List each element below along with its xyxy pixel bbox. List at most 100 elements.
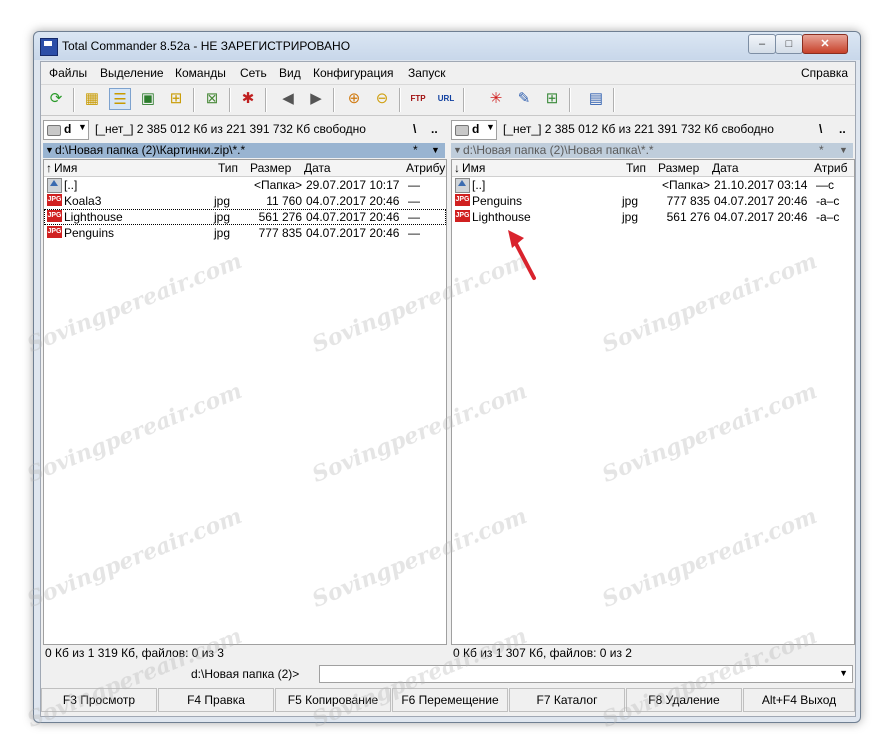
- toolbar-separator: [569, 88, 571, 112]
- col-type[interactable]: Тип: [626, 161, 646, 175]
- jpg-file-icon: JPG: [47, 226, 62, 238]
- command-line: d:\Новая папка (2)> ▼: [41, 664, 855, 684]
- f4-edit-button[interactable]: F4 Правка: [158, 688, 274, 712]
- f6-move-button[interactable]: F6 Перемещение: [392, 688, 508, 712]
- window-title: Total Commander 8.52a - НЕ ЗАРЕГИСТРИРОВ…: [62, 39, 351, 53]
- menu-start[interactable]: Запуск: [408, 66, 446, 80]
- menu-selection[interactable]: Выделение: [100, 66, 164, 80]
- close-button[interactable]: ✕: [802, 34, 848, 54]
- url-connect-icon[interactable]: URL: [435, 88, 457, 110]
- col-size[interactable]: Размер: [250, 161, 291, 175]
- file-size: <Папка>: [254, 178, 302, 192]
- file-name: Lighthouse: [472, 210, 531, 224]
- left-filter-star[interactable]: *: [413, 143, 418, 158]
- col-date[interactable]: Дата: [304, 161, 331, 175]
- menu-network[interactable]: Сеть: [240, 66, 267, 80]
- file-size: 11 760: [266, 194, 302, 208]
- pack-files-icon[interactable]: ⊕: [343, 88, 365, 110]
- right-path-text: d:\Новая папка (2)\Новая папка\*.*: [463, 143, 654, 157]
- left-hotlist-arrow[interactable]: ▼: [431, 143, 440, 158]
- file-date: 04.07.2017 20:46: [714, 210, 808, 224]
- unpack-files-icon[interactable]: ⊖: [371, 88, 393, 110]
- col-name[interactable]: Имя: [462, 161, 485, 175]
- minimize-button[interactable]: –: [748, 34, 776, 54]
- right-root-button[interactable]: \: [819, 122, 822, 136]
- file-row[interactable]: [..] <Папка> 21.10.2017 03:14 —c: [452, 177, 854, 193]
- notepad-icon[interactable]: ▤: [585, 88, 607, 110]
- refresh-icon[interactable]: ⟳: [45, 88, 67, 110]
- file-row[interactable]: JPG Lighthouse jpg 561 276 04.07.2017 20…: [452, 209, 854, 225]
- invert-selection-icon[interactable]: ⊠: [201, 88, 223, 110]
- left-up-button[interactable]: ..: [431, 122, 438, 136]
- toolbar: ⟳ ▦ ☰ ▣ ⊞ ⊠ ✱ ◀ ▶ ⊕ ⊖ FTP URL ✳ ✎ ⊞ ▤: [41, 84, 855, 116]
- menu-files[interactable]: Файлы: [49, 66, 87, 80]
- command-line-input[interactable]: ▼: [319, 665, 853, 683]
- file-row[interactable]: JPG Penguins jpg 777 835 04.07.2017 20:4…: [452, 193, 854, 209]
- right-drive-select[interactable]: d ▼: [451, 120, 497, 140]
- file-name: Koala3: [64, 194, 102, 208]
- file-row[interactable]: JPG Penguins jpg 777 835 04.07.2017 20:4…: [44, 225, 446, 241]
- find-icon[interactable]: ✳: [485, 88, 507, 110]
- file-name: [..]: [472, 178, 486, 192]
- left-drive-bar: d ▼ [_нет_] 2 385 012 Кб из 221 391 732 …: [43, 120, 447, 140]
- client-area: Файлы Выделение Команды Сеть Вид Конфигу…: [40, 61, 856, 717]
- file-row[interactable]: [..] <Папка> 29.07.2017 10:17 —: [44, 177, 446, 193]
- left-file-panel[interactable]: ↑ Имя Тип Размер Дата Атрибу [..] <Папка…: [43, 159, 447, 645]
- file-name: Penguins: [64, 226, 115, 240]
- toolbar-separator: [463, 88, 465, 112]
- compare-dirs-icon[interactable]: ⊞: [541, 88, 563, 110]
- col-date[interactable]: Дата: [712, 161, 739, 175]
- right-up-button[interactable]: ..: [839, 122, 846, 136]
- ftp-connect-icon[interactable]: FTP: [407, 88, 429, 110]
- file-row-selected[interactable]: JPG Lighthouse jpg 561 276 04.07.2017 20…: [44, 209, 446, 225]
- file-type: jpg: [622, 194, 639, 208]
- history-dropdown-icon[interactable]: ▼: [45, 143, 54, 158]
- command-line-path: d:\Новая папка (2)>: [191, 667, 300, 681]
- rename-icon[interactable]: ✎: [513, 88, 535, 110]
- f8-delete-button[interactable]: F8 Удаление: [626, 688, 742, 712]
- right-filter-star[interactable]: *: [819, 143, 824, 158]
- file-name: Penguins: [472, 194, 523, 208]
- file-size: 777 835: [666, 194, 710, 208]
- back-icon[interactable]: ◀: [277, 88, 299, 110]
- menu-configuration[interactable]: Конфигурация: [313, 66, 394, 80]
- left-path-text: d:\Новая папка (2)\Картинки.zip\*.*: [55, 143, 246, 157]
- alt-f4-exit-button[interactable]: Alt+F4 Выход: [743, 688, 855, 712]
- forward-icon[interactable]: ▶: [305, 88, 327, 110]
- left-drive-select[interactable]: d ▼: [43, 120, 89, 140]
- f3-view-button[interactable]: F3 Просмотр: [41, 688, 157, 712]
- pack-icon[interactable]: ✱: [237, 88, 259, 110]
- col-size[interactable]: Размер: [658, 161, 699, 175]
- brief-view-icon[interactable]: ▦: [81, 88, 103, 110]
- file-date: 04.07.2017 20:46: [306, 226, 400, 240]
- toolbar-separator: [73, 88, 75, 112]
- thumbnails-view-icon[interactable]: ▣: [137, 88, 159, 110]
- file-type: jpg: [214, 226, 231, 240]
- parent-dir-icon: [47, 178, 62, 193]
- hard-drive-icon: [455, 125, 469, 136]
- drive-letter: d: [472, 122, 480, 136]
- tree-view-icon[interactable]: ⊞: [165, 88, 187, 110]
- menu-view[interactable]: Вид: [279, 66, 301, 80]
- right-path-bar[interactable]: ▼ d:\Новая папка (2)\Новая папка\*.* * ▼: [451, 143, 853, 158]
- maximize-button[interactable]: □: [775, 34, 803, 54]
- col-attr[interactable]: Атрибу: [406, 161, 446, 175]
- col-name[interactable]: Имя: [54, 161, 77, 175]
- history-dropdown-icon[interactable]: ▼: [453, 143, 462, 158]
- title-bar[interactable]: Total Commander 8.52a - НЕ ЗАРЕГИСТРИРОВ…: [34, 32, 860, 60]
- detailed-view-icon[interactable]: ☰: [109, 88, 131, 110]
- file-date: 04.07.2017 20:46: [714, 194, 808, 208]
- menu-commands[interactable]: Команды: [175, 66, 226, 80]
- menu-help[interactable]: Справка: [801, 66, 848, 80]
- file-attr: —: [408, 194, 420, 208]
- f7-mkdir-button[interactable]: F7 Каталог: [509, 688, 625, 712]
- col-type[interactable]: Тип: [218, 161, 238, 175]
- total-commander-window: Total Commander 8.52a - НЕ ЗАРЕГИСТРИРОВ…: [33, 31, 861, 723]
- f5-copy-button[interactable]: F5 Копирование: [275, 688, 391, 712]
- chevron-down-icon[interactable]: ▼: [839, 668, 848, 678]
- file-row[interactable]: JPG Koala3 jpg 11 760 04.07.2017 20:46 —: [44, 193, 446, 209]
- right-hotlist-arrow[interactable]: ▼: [839, 143, 848, 158]
- left-path-bar[interactable]: ▼ d:\Новая папка (2)\Картинки.zip\*.* * …: [43, 143, 445, 158]
- left-root-button[interactable]: \: [413, 122, 416, 136]
- col-attr[interactable]: Атриб: [814, 161, 854, 175]
